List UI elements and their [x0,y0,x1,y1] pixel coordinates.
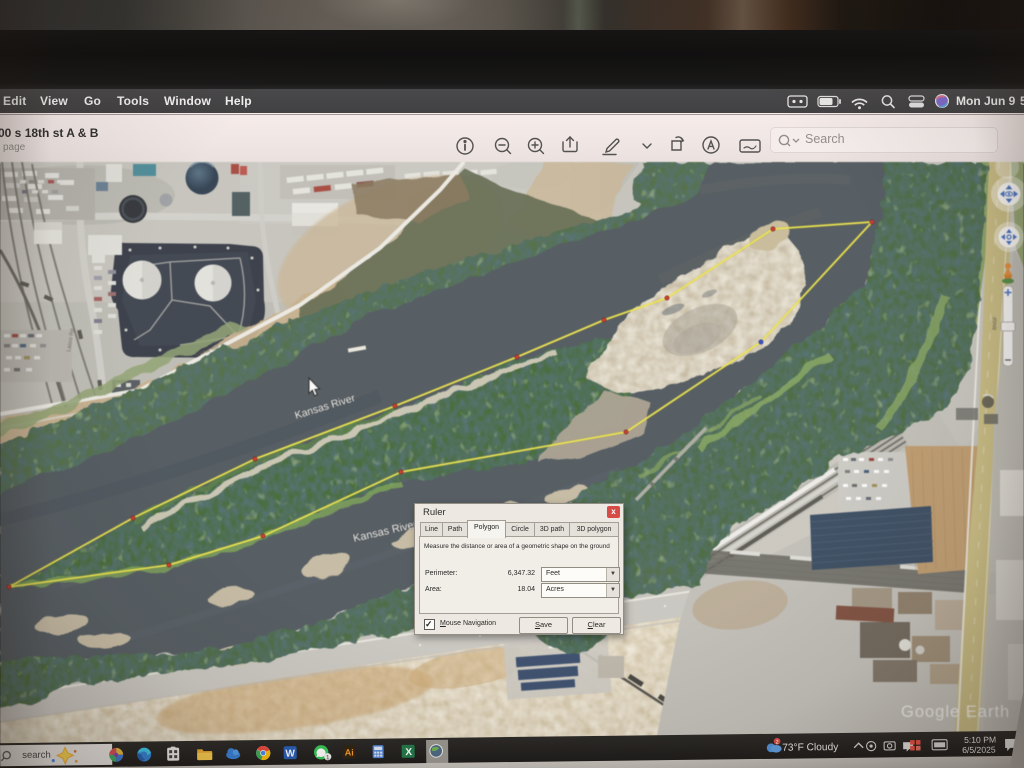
svg-text:Mon Jun 9: Mon Jun 9 [956,94,1016,108]
svg-text:5:10 PM: 5:10 PM [964,735,996,745]
svg-text:6/5/2025: 6/5/2025 [962,745,996,755]
svg-text:Ai: Ai [345,747,354,757]
svg-text:5: 5 [1020,94,1024,108]
svg-text:BNSF: BNSF [992,316,999,330]
svg-text:2: 2 [776,740,779,746]
svg-text:X: X [405,747,412,758]
svg-text:73°F Cloudy: 73°F Cloudy [782,742,839,754]
svg-text:5500 ft: 5500 ft [124,705,144,712]
svg-text:W: W [285,748,295,759]
svg-text:Google Earth: Google Earth [901,703,1010,721]
